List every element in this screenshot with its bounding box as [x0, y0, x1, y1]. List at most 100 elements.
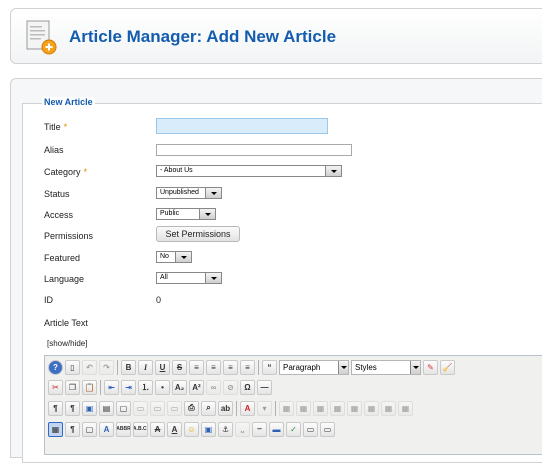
- table-col-icon[interactable]: ▦: [313, 400, 328, 416]
- page-title: Article Manager: Add New Article: [69, 27, 337, 46]
- rtl-button[interactable]: ¶: [65, 400, 80, 416]
- template-icon[interactable]: ▤: [99, 400, 114, 416]
- show-hide-link[interactable]: [show/hide]: [47, 339, 87, 348]
- source-code-icon[interactable]: ▭: [303, 421, 318, 437]
- blockquote-button[interactable]: “: [262, 359, 277, 375]
- outdent-icon[interactable]: ⇤: [104, 379, 119, 395]
- link-icon[interactable]: ∞: [206, 379, 221, 395]
- nonbreaking-icon[interactable]: ⎵: [235, 421, 250, 437]
- featured-selected-value: No: [160, 253, 169, 260]
- media-icon[interactable]: ▭: [150, 400, 165, 416]
- category-select[interactable]: - About Us: [156, 165, 342, 177]
- table-merge-icon[interactable]: ▦: [330, 400, 345, 416]
- insert-date-icon[interactable]: ▭: [320, 421, 335, 437]
- cell-props-icon[interactable]: ▦: [398, 400, 413, 416]
- paste-icon[interactable]: 📋: [82, 379, 97, 395]
- styles-button[interactable]: A: [99, 421, 114, 437]
- insert-image-icon[interactable]: ▣: [201, 421, 216, 437]
- chevron-down-icon: [199, 209, 215, 219]
- background-color-icon[interactable]: ▾: [257, 400, 272, 416]
- table-delete-icon[interactable]: ▦: [381, 400, 396, 416]
- acronym-button[interactable]: A.B.C.: [133, 421, 148, 437]
- editor-toolbar-row-1: ? ▯ ↶ ↷ B I U S ≡ ≡ ≡ ≡ “ Paragraph Styl…: [48, 358, 457, 376]
- toolbar-separator: [117, 359, 118, 375]
- new-document-icon[interactable]: ▯: [65, 359, 80, 375]
- toolbar-separator: [236, 400, 237, 416]
- numbered-list-icon[interactable]: ⒈: [138, 379, 153, 395]
- access-selected-value: Public: [160, 210, 180, 217]
- table-props-icon[interactable]: ▦: [364, 400, 379, 416]
- media-embed-icon[interactable]: ▬: [269, 421, 284, 437]
- anchor-icon[interactable]: ⚓: [218, 421, 233, 437]
- fieldset-legend: New Article: [42, 97, 95, 107]
- align-center-icon[interactable]: ≡: [206, 359, 221, 375]
- insert-layer-icon[interactable]: ▢: [82, 421, 97, 437]
- add-article-icon: [26, 20, 57, 55]
- featured-label: Featured: [44, 253, 81, 263]
- cut-icon[interactable]: ✂: [48, 379, 63, 395]
- table-row-icon[interactable]: ▦: [296, 400, 311, 416]
- special-char-button[interactable]: Ω: [240, 379, 255, 395]
- justify-icon[interactable]: ≡: [240, 359, 255, 375]
- underline-button[interactable]: U: [155, 359, 170, 375]
- help-icon[interactable]: ?: [48, 359, 63, 375]
- chevron-down-icon: [338, 360, 348, 374]
- alias-input[interactable]: [156, 144, 352, 156]
- image-icon[interactable]: ▭: [167, 400, 182, 416]
- text-color-icon[interactable]: A: [240, 400, 255, 416]
- chevron-down-icon: [205, 188, 221, 198]
- required-marker: *: [83, 167, 88, 177]
- eraser-icon[interactable]: ✎: [423, 359, 438, 375]
- abbr-button[interactable]: ABBR: [116, 421, 131, 437]
- align-right-icon[interactable]: ≡: [223, 359, 238, 375]
- alias-label: Alias: [44, 145, 64, 155]
- paragraph-button[interactable]: ¶: [65, 421, 80, 437]
- spellcheck-icon[interactable]: ✓: [286, 421, 301, 437]
- ins-button[interactable]: A: [167, 421, 182, 437]
- format-select[interactable]: Paragraph: [279, 359, 349, 375]
- horizontal-rule-icon[interactable]: —: [257, 379, 272, 395]
- pagebreak-icon[interactable]: ⎯: [252, 421, 267, 437]
- chevron-down-icon: [205, 273, 221, 283]
- replace-button[interactable]: ab: [218, 400, 233, 416]
- language-select[interactable]: All: [156, 272, 222, 284]
- copy-icon[interactable]: ❐: [65, 379, 80, 395]
- bold-button[interactable]: B: [121, 359, 136, 375]
- subscript-button[interactable]: A₂: [172, 379, 187, 395]
- strikethrough-button[interactable]: S: [172, 359, 187, 375]
- emotions-icon[interactable]: ☺: [184, 421, 199, 437]
- superscript-button[interactable]: A²: [189, 379, 204, 395]
- table-icon[interactable]: ▦: [279, 400, 294, 416]
- visual-blocks-icon[interactable]: ▦: [48, 421, 63, 437]
- id-value: 0: [156, 295, 162, 305]
- italic-button[interactable]: I: [138, 359, 153, 375]
- title-input[interactable]: [156, 118, 328, 134]
- table-split-icon[interactable]: ▦: [347, 400, 362, 416]
- find-icon[interactable]: ⌕: [201, 400, 216, 416]
- required-marker: *: [63, 122, 68, 132]
- bullet-list-icon[interactable]: •: [155, 379, 170, 395]
- access-select[interactable]: Public: [156, 208, 216, 220]
- language-label: Language: [44, 274, 85, 284]
- fullscreen-icon[interactable]: ▣: [82, 400, 97, 416]
- ltr-button[interactable]: ¶: [48, 400, 63, 416]
- unlink-icon[interactable]: ⊘: [223, 379, 238, 395]
- language-selected-value: All: [160, 274, 168, 281]
- print-icon[interactable]: ⎙: [184, 400, 199, 416]
- undo-icon[interactable]: ↶: [82, 359, 97, 375]
- set-permissions-button[interactable]: Set Permissions: [156, 226, 240, 242]
- visual-aid-icon[interactable]: ▭: [133, 400, 148, 416]
- indent-icon[interactable]: ⇥: [121, 379, 136, 395]
- title-label: Title *: [44, 122, 68, 132]
- page-header: Article Manager: Add New Article: [10, 8, 542, 64]
- align-left-icon[interactable]: ≡: [189, 359, 204, 375]
- featured-select[interactable]: No: [156, 251, 192, 263]
- preview-icon[interactable]: ▢: [116, 400, 131, 416]
- status-select[interactable]: Unpublished: [156, 187, 222, 199]
- cleanup-brush-icon[interactable]: 🧹: [440, 359, 455, 375]
- redo-icon[interactable]: ↷: [99, 359, 114, 375]
- del-button[interactable]: A: [150, 421, 165, 437]
- styles-select[interactable]: Styles: [351, 359, 421, 375]
- category-selected-value: - About Us: [160, 167, 193, 174]
- toolbar-separator: [275, 400, 276, 416]
